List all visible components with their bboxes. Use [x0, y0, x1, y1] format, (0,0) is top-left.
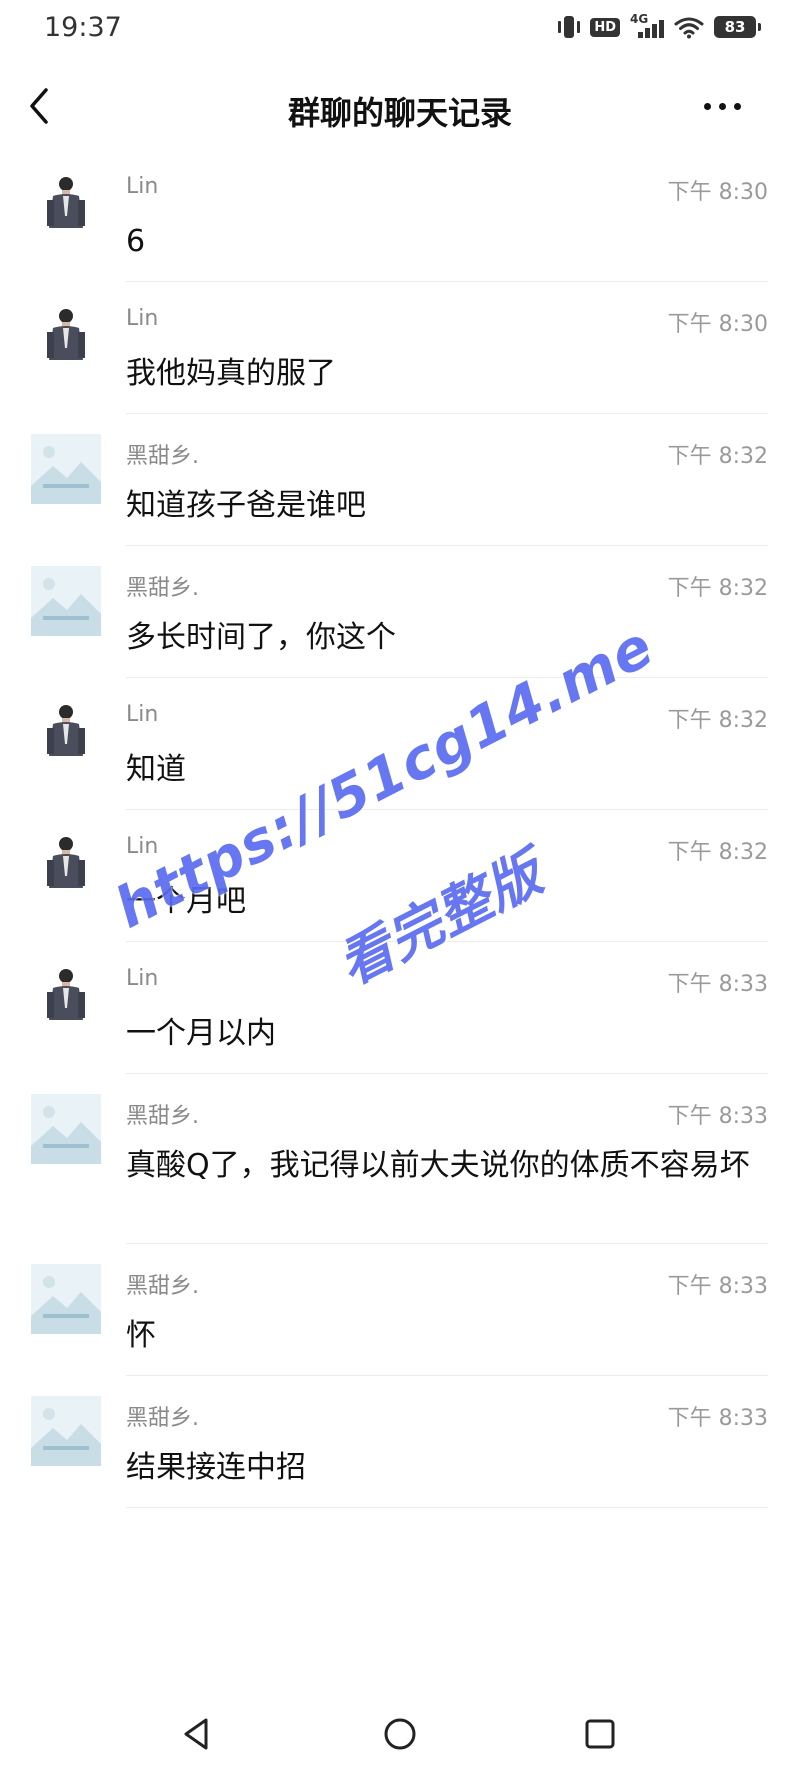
sender-name: 黑甜乡. — [126, 1274, 199, 1299]
message-time: 下午 8:32 — [667, 708, 768, 733]
avatar[interactable] — [31, 434, 101, 504]
message-time: 下午 8:33 — [667, 1406, 768, 1431]
battery-icon: 83 — [714, 16, 761, 38]
avatar[interactable] — [31, 170, 101, 240]
sender-name: 黑甜乡. — [126, 1406, 199, 1431]
message-item[interactable]: Lin 下午 8:30 我他妈真的服了 — [0, 282, 800, 414]
avatar[interactable] — [31, 830, 101, 900]
avatar[interactable] — [31, 1264, 101, 1334]
image-placeholder-icon — [31, 1264, 101, 1334]
sender-name: Lin — [126, 834, 159, 859]
vibrate-icon — [558, 15, 581, 39]
person-avatar-icon — [31, 170, 101, 240]
avatar[interactable] — [31, 698, 101, 768]
image-placeholder-icon — [31, 566, 101, 636]
image-placeholder-icon — [31, 1094, 101, 1164]
image-placeholder-icon — [31, 1396, 101, 1466]
message-text: 结果接连中招 — [126, 1450, 306, 1485]
message-text: 多长时间了，你这个 — [126, 620, 396, 655]
message-time: 下午 8:32 — [667, 444, 768, 469]
sender-name: 黑甜乡. — [126, 444, 199, 469]
message-text: 真酸Q了，我记得以前大夫说你的体质不容易坏 — [126, 1148, 750, 1183]
message-text: 6 — [126, 224, 146, 259]
status-time: 19:37 — [44, 12, 122, 43]
sender-name: Lin — [126, 306, 159, 331]
system-nav-bar — [0, 1690, 800, 1784]
message-item[interactable]: Lin 下午 8:32 一个月吧 — [0, 810, 800, 942]
sender-name: Lin — [126, 966, 159, 991]
nav-back-button[interactable] — [176, 1712, 220, 1756]
message-text: 一个月吧 — [126, 884, 246, 919]
more-horizontal-icon — [704, 102, 711, 110]
page-title: 群聊的聊天记录 — [287, 94, 512, 132]
network-type-label: 4G — [630, 12, 649, 26]
nav-recents-button[interactable] — [578, 1712, 622, 1756]
message-time: 下午 8:33 — [667, 972, 768, 997]
avatar[interactable] — [31, 1094, 101, 1164]
avatar[interactable] — [31, 566, 101, 636]
more-options-button[interactable] — [704, 96, 748, 116]
message-item[interactable]: Lin 下午 8:33 一个月以内 — [0, 942, 800, 1074]
wifi-icon — [674, 17, 704, 39]
sender-name: Lin — [126, 174, 159, 199]
signal-icon: 4G — [630, 12, 664, 40]
message-text: 怀 — [126, 1318, 156, 1353]
message-item[interactable]: Lin 下午 8:30 6 — [0, 150, 800, 282]
avatar[interactable] — [31, 1396, 101, 1466]
person-avatar-icon — [31, 302, 101, 372]
status-bar: 19:37 HD 4G 83 — [0, 0, 800, 60]
hd-icon: HD — [590, 17, 620, 37]
sender-name: 黑甜乡. — [126, 576, 199, 601]
message-time: 下午 8:32 — [667, 840, 768, 865]
header: 群聊的聊天记录 — [0, 60, 800, 160]
avatar[interactable] — [31, 962, 101, 1032]
nav-home-button[interactable] — [378, 1712, 422, 1756]
back-triangle-icon — [184, 1718, 208, 1750]
message-time: 下午 8:33 — [667, 1274, 768, 1299]
message-text: 一个月以内 — [126, 1016, 276, 1051]
message-item[interactable]: 黑甜乡. 下午 8:33 怀 — [0, 1244, 800, 1376]
message-item[interactable]: 黑甜乡. 下午 8:33 真酸Q了，我记得以前大夫说你的体质不容易坏 — [0, 1074, 800, 1244]
message-item[interactable]: Lin 下午 8:32 知道 — [0, 678, 800, 810]
image-placeholder-icon — [31, 434, 101, 504]
message-item[interactable]: 黑甜乡. 下午 8:32 多长时间了，你这个 — [0, 546, 800, 678]
message-item[interactable]: 黑甜乡. 下午 8:32 知道孩子爸是谁吧 — [0, 414, 800, 546]
avatar[interactable] — [31, 302, 101, 372]
sender-name: 黑甜乡. — [126, 1104, 199, 1129]
message-text: 我他妈真的服了 — [126, 356, 336, 391]
sender-name: Lin — [126, 702, 159, 727]
status-icons: HD 4G 83 — [558, 12, 761, 40]
divider — [126, 1507, 768, 1508]
message-time: 下午 8:30 — [667, 312, 768, 337]
message-text: 知道孩子爸是谁吧 — [126, 488, 366, 523]
recents-square-icon — [585, 1719, 615, 1749]
person-avatar-icon — [31, 698, 101, 768]
home-circle-icon — [384, 1718, 416, 1750]
message-time: 下午 8:33 — [667, 1104, 768, 1129]
person-avatar-icon — [31, 962, 101, 1032]
message-item[interactable]: 黑甜乡. 下午 8:33 结果接连中招 — [0, 1376, 800, 1508]
person-avatar-icon — [31, 830, 101, 900]
battery-level: 83 — [724, 18, 746, 36]
message-text: 知道 — [126, 752, 186, 787]
message-time: 下午 8:32 — [667, 576, 768, 601]
message-time: 下午 8:30 — [667, 180, 768, 205]
